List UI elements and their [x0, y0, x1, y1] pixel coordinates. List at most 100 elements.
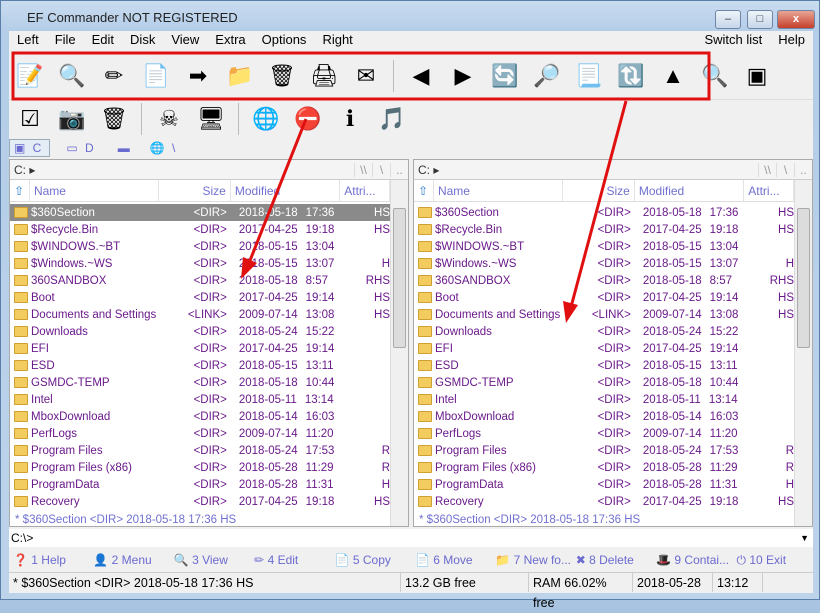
- column-name[interactable]: Name: [30, 180, 160, 201]
- delete-icon[interactable]: 🗑: [267, 61, 297, 91]
- menu-right[interactable]: Right: [314, 31, 360, 51]
- move-icon[interactable]: ➡: [183, 61, 213, 91]
- properties-icon[interactable]: ☑: [15, 104, 45, 134]
- menu-file[interactable]: File: [47, 31, 84, 51]
- path-button[interactable]: ..: [390, 162, 408, 177]
- file-row[interactable]: Boot <DIR> 2017-04-25 19:14 HS: [414, 289, 794, 306]
- fkey-9-button[interactable]: 🎩 9 Contai...: [652, 553, 732, 567]
- menu-options[interactable]: Options: [254, 31, 315, 51]
- file-row[interactable]: $360Section <DIR> 2018-05-18 17:36 HS: [10, 204, 390, 221]
- fkey-3-button[interactable]: 🔍 3 View: [170, 553, 250, 567]
- file-row[interactable]: PerfLogs <DIR> 2009-07-14 11:20: [414, 425, 794, 442]
- path-display[interactable]: C: ▸: [414, 163, 758, 177]
- chevron-down-icon[interactable]: ▼: [800, 529, 809, 547]
- close-button[interactable]: x: [777, 10, 815, 29]
- column-name[interactable]: Name: [434, 180, 564, 201]
- menu-disk[interactable]: Disk: [122, 31, 163, 51]
- file-row[interactable]: Downloads <DIR> 2018-05-24 15:22: [10, 323, 390, 340]
- column-size[interactable]: Size: [159, 180, 231, 201]
- file-row[interactable]: MboxDownload <DIR> 2018-05-14 16:03: [10, 408, 390, 425]
- monitor-icon[interactable]: 🖥: [196, 104, 226, 134]
- column-attr[interactable]: Attri...: [340, 180, 390, 201]
- fkey-7-button[interactable]: 📁 7 New fo...: [491, 553, 571, 567]
- file-row[interactable]: MboxDownload <DIR> 2018-05-14 16:03: [414, 408, 794, 425]
- file-row[interactable]: Program Files (x86) <DIR> 2018-05-28 11:29 R: [10, 459, 390, 476]
- menu-left[interactable]: Left: [9, 31, 47, 51]
- column-modified[interactable]: Modified: [635, 180, 745, 201]
- file-row[interactable]: $Recycle.Bin <DIR> 2017-04-25 19:18 HS: [414, 221, 794, 238]
- left-scrollbar[interactable]: [390, 180, 408, 526]
- parent-dir-icon[interactable]: ⇧: [414, 180, 434, 201]
- path-button[interactable]: ..: [794, 162, 812, 177]
- file-row[interactable]: EFI <DIR> 2017-04-25 19:14: [414, 340, 794, 357]
- print-icon[interactable]: 🖨: [309, 61, 339, 91]
- menu-edit[interactable]: Edit: [84, 31, 122, 51]
- copy-icon[interactable]: 📄: [141, 61, 171, 91]
- file-row[interactable]: ProgramData <DIR> 2018-05-28 11:31 H: [414, 476, 794, 493]
- column-attr[interactable]: Attri...: [744, 180, 794, 201]
- pyramid-icon[interactable]: ▲: [658, 61, 688, 91]
- file-row[interactable]: $Windows.~WS <DIR> 2018-05-15 13:07 H: [10, 255, 390, 272]
- fkey-4-button[interactable]: ✏ 4 Edit: [250, 553, 330, 567]
- file-row[interactable]: $Windows.~WS <DIR> 2018-05-15 13:07 H: [414, 255, 794, 272]
- audio-icon[interactable]: 🎵: [377, 104, 407, 134]
- path-button[interactable]: \: [776, 162, 794, 177]
- parent-dir-icon[interactable]: ⇧: [10, 180, 30, 201]
- map-network-icon[interactable]: 🌐: [251, 104, 281, 134]
- search-icon[interactable]: 🔍: [700, 61, 730, 91]
- drive-d-button[interactable]: ▭ D: [62, 140, 101, 156]
- menu-view[interactable]: View: [163, 31, 207, 51]
- file-row[interactable]: EFI <DIR> 2017-04-25 19:14: [10, 340, 390, 357]
- file-row[interactable]: $Recycle.Bin <DIR> 2017-04-25 19:18 HS: [10, 221, 390, 238]
- column-size[interactable]: Size: [563, 180, 635, 201]
- fkey-5-button[interactable]: 📄 5 Copy: [331, 553, 411, 567]
- refresh-icon[interactable]: 🔄: [490, 61, 520, 91]
- fkey-8-button[interactable]: ✖ 8 Delete: [572, 553, 652, 567]
- file-row[interactable]: GSMDC-TEMP <DIR> 2018-05-18 10:44: [414, 374, 794, 391]
- sync-icon[interactable]: 🔃: [616, 61, 646, 91]
- drive-c-button[interactable]: ▣ C: [9, 139, 51, 157]
- maximize-button[interactable]: □: [747, 10, 773, 29]
- edit-icon[interactable]: ✏: [99, 61, 129, 91]
- file-row[interactable]: $WINDOWS.~BT <DIR> 2018-05-15 13:04: [10, 238, 390, 255]
- fkey-6-button[interactable]: 📄 6 Move: [411, 553, 491, 567]
- path-button[interactable]: \\: [758, 162, 776, 177]
- file-row[interactable]: Program Files <DIR> 2018-05-24 17:53 R: [10, 442, 390, 459]
- find-icon[interactable]: 🔎: [532, 61, 562, 91]
- scrollbar-thumb[interactable]: [797, 208, 810, 348]
- file-row[interactable]: ESD <DIR> 2018-05-15 13:11: [414, 357, 794, 374]
- back-icon[interactable]: ◀: [406, 61, 436, 91]
- forward-icon[interactable]: ▶: [448, 61, 478, 91]
- file-row[interactable]: Intel <DIR> 2018-05-11 13:14: [10, 391, 390, 408]
- fkey-10-button[interactable]: ⏻ 10 Exit: [733, 553, 813, 568]
- email-icon[interactable]: ✉: [351, 61, 381, 91]
- menu-help[interactable]: Help: [770, 31, 813, 51]
- file-row[interactable]: Documents and Settings <LINK> 2009-07-14 13…: [10, 306, 390, 323]
- menu-extra[interactable]: Extra: [207, 31, 253, 51]
- recycle-bin-icon[interactable]: 🗑: [99, 104, 129, 134]
- file-row[interactable]: Program Files <DIR> 2018-05-24 17:53 R: [414, 442, 794, 459]
- command-line-input[interactable]: C:\> ▼: [9, 529, 813, 547]
- file-list-icon[interactable]: 📝: [15, 61, 45, 91]
- path-button[interactable]: \: [372, 162, 390, 177]
- file-row[interactable]: Boot <DIR> 2017-04-25 19:14 HS: [10, 289, 390, 306]
- minimize-button[interactable]: –: [715, 10, 741, 29]
- file-row[interactable]: ESD <DIR> 2018-05-15 13:11: [10, 357, 390, 374]
- console-icon[interactable]: ▣: [742, 61, 772, 91]
- path-button[interactable]: \\: [354, 162, 372, 177]
- file-row[interactable]: 360SANDBOX <DIR> 2018-05-18 8:57 RHS: [10, 272, 390, 289]
- new-folder-icon[interactable]: 📁: [225, 61, 255, 91]
- scanner-icon[interactable]: 📷: [57, 104, 87, 134]
- view-icon[interactable]: 🔍: [57, 61, 87, 91]
- file-row[interactable]: PerfLogs <DIR> 2009-07-14 11:20: [10, 425, 390, 442]
- file-row[interactable]: Program Files (x86) <DIR> 2018-05-28 11:29 R: [414, 459, 794, 476]
- menu-switch-list[interactable]: Switch list: [696, 31, 770, 51]
- disconnect-network-icon[interactable]: ⛔: [293, 104, 323, 134]
- file-row[interactable]: $WINDOWS.~BT <DIR> 2018-05-15 13:04: [414, 238, 794, 255]
- scrollbar-thumb[interactable]: [393, 208, 406, 348]
- file-row[interactable]: Downloads <DIR> 2018-05-24 15:22: [414, 323, 794, 340]
- file-row[interactable]: Documents and Settings <LINK> 2009-07-14 13…: [414, 306, 794, 323]
- fkey-1-button[interactable]: ❓ 1 Help: [9, 553, 89, 567]
- disk-info-icon[interactable]: ℹ: [335, 104, 365, 134]
- column-modified[interactable]: Modified: [231, 180, 341, 201]
